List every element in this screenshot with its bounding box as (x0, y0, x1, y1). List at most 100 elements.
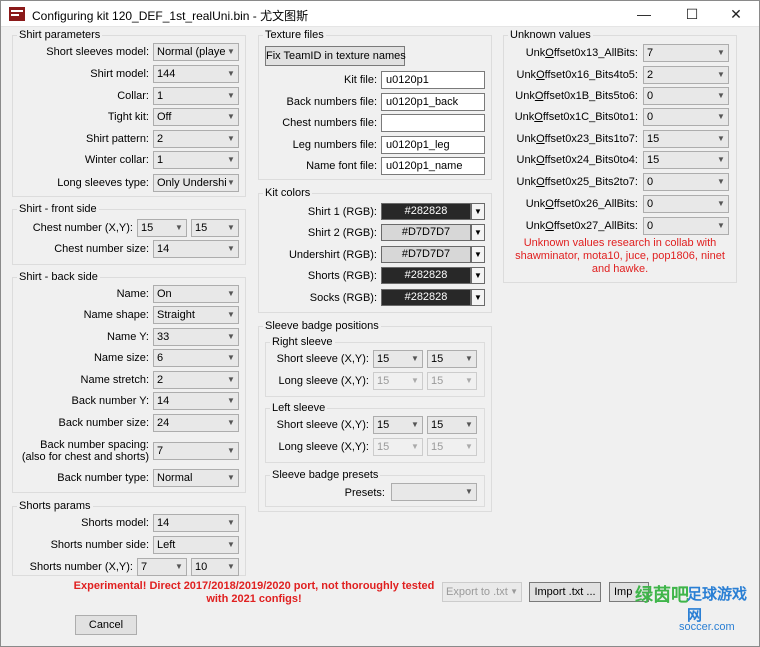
chevron-down-icon: ▼ (227, 244, 235, 253)
unk-offset-0x1b-select[interactable]: 0 ▼ (643, 87, 729, 105)
window-title: Configuring kit 120_DEF_1st_realUni.bin … (32, 9, 309, 23)
chevron-down-icon: ▼ (227, 69, 235, 78)
shorts-color-value[interactable]: #282828 (381, 267, 471, 284)
socks-color-dropdown[interactable]: ▼ (471, 289, 485, 306)
import-txt-button[interactable]: Import .txt ... (529, 582, 601, 602)
shirt1-color-value[interactable]: #282828 (381, 203, 471, 220)
name-size-select[interactable]: 6 ▼ (153, 349, 239, 367)
collar-select[interactable]: 1 ▼ (153, 87, 239, 105)
unk-offset-0x1c-label: UnkOffset0x1C_Bits0to1: (514, 111, 638, 123)
shorts-model-label: Shorts model: (81, 517, 149, 529)
winter-collar-label: Winter collar: (84, 154, 149, 166)
left-short-sleeve-y-select[interactable]: 15 ▼ (427, 416, 477, 434)
left-short-sleeve-x-select[interactable]: 15 ▼ (373, 416, 423, 434)
back-number-size-select[interactable]: 24 ▼ (153, 414, 239, 432)
maximize-button[interactable]: ☐ (669, 1, 715, 27)
name-shape-select[interactable]: Straight ▼ (153, 306, 239, 324)
shirt-pattern-select[interactable]: 2 ▼ (153, 130, 239, 148)
chevron-down-icon: ▼ (465, 420, 473, 429)
right-long-sleeve-x-select: 15 ▼ (373, 372, 423, 390)
name-label: Name: (116, 288, 149, 300)
undershirt-color-dropdown[interactable]: ▼ (471, 246, 485, 263)
chest-number-size-select[interactable]: 14 ▼ (153, 240, 239, 258)
chevron-down-icon: ▼ (411, 376, 419, 385)
shorts-model-select[interactable]: 14 ▼ (153, 514, 239, 532)
chevron-down-icon: ▼ (227, 418, 235, 427)
shorts-color-dropdown[interactable]: ▼ (471, 267, 485, 284)
shirt-parameters-title: Shirt parameters (17, 28, 103, 42)
chest-number-y-select[interactable]: 15 ▼ (191, 219, 239, 237)
chevron-down-icon: ▼ (227, 473, 235, 482)
cancel-button[interactable]: Cancel (75, 615, 137, 635)
shirt2-color-value[interactable]: #D7D7D7 (381, 224, 471, 241)
watermark-site-text: soccer.com (679, 621, 735, 633)
right-short-sleeve-x-select[interactable]: 15 ▼ (373, 350, 423, 368)
chevron-down-icon: ▼ (227, 518, 235, 527)
long-sleeves-type-label: Long sleeves type: (57, 177, 149, 189)
unk-offset-0x13-select[interactable]: 7 ▼ (643, 44, 729, 62)
unk-offset-0x26-select[interactable]: 0 ▼ (643, 195, 729, 213)
unk-offset-0x23-select[interactable]: 15 ▼ (643, 130, 729, 148)
leg-numbers-file-label: Leg numbers file: (292, 139, 377, 151)
tight-kit-label: Tight kit: (107, 111, 149, 123)
shirt-model-select[interactable]: 144 ▼ (153, 65, 239, 83)
unk-offset-0x16-select[interactable]: 2 ▼ (643, 66, 729, 84)
chest-number-label: Chest number (X,Y): (32, 222, 133, 234)
shirt2-color-dropdown[interactable]: ▼ (471, 224, 485, 241)
right-long-sleeve-y-select: 15 ▼ (427, 372, 477, 390)
chevron-down-icon: ▼ (717, 91, 725, 100)
right-sleeve-title: Right sleeve (270, 335, 335, 349)
shorts-number-x-select[interactable]: 7 ▼ (137, 558, 187, 576)
presets-select[interactable]: ▼ (391, 483, 477, 501)
back-number-type-select[interactable]: Normal ▼ (153, 469, 239, 487)
back-number-y-select[interactable]: 14 ▼ (153, 392, 239, 410)
unk-offset-0x27-select[interactable]: 0 ▼ (643, 217, 729, 235)
name-shape-label: Name shape: (83, 309, 149, 321)
name-font-file-input[interactable]: u0120p1_name (381, 157, 485, 175)
short-sleeves-model-select[interactable]: Normal (playe ▼ (153, 43, 239, 61)
chevron-down-icon: ▼ (465, 442, 473, 451)
shorts-number-label: Shorts number (X,Y): (29, 561, 133, 573)
undershirt-color-value[interactable]: #D7D7D7 (381, 246, 471, 263)
winter-collar-select[interactable]: 1 ▼ (153, 151, 239, 169)
export-txt-button: Export to .txt ▼ (442, 582, 522, 602)
unk-offset-0x24-label: UnkOffset0x24_Bits0to4: (516, 154, 639, 166)
close-button[interactable]: ✕ (713, 1, 759, 27)
shorts-number-y-select[interactable]: 10 ▼ (191, 558, 239, 576)
chevron-down-icon: ▼ (510, 587, 518, 596)
kit-config-window: Configuring kit 120_DEF_1st_realUni.bin … (0, 0, 760, 647)
minimize-button[interactable]: — (621, 1, 667, 27)
chest-number-x-select[interactable]: 15 ▼ (137, 219, 187, 237)
right-short-sleeve-y-select[interactable]: 15 ▼ (427, 350, 477, 368)
watermark-blue-text: 足球游戏网 (687, 586, 748, 624)
name-stretch-select[interactable]: 2 ▼ (153, 371, 239, 389)
socks-color-value[interactable]: #282828 (381, 289, 471, 306)
back-numbers-file-input[interactable]: u0120p1_back (381, 93, 485, 111)
right-short-sleeve-label: Short sleeve (X,Y): (276, 353, 369, 365)
long-sleeves-type-select[interactable]: Only Undershi ▼ (153, 174, 239, 192)
chevron-down-icon: ▼ (465, 354, 473, 363)
unk-offset-0x25-select[interactable]: 0 ▼ (643, 173, 729, 191)
chevron-down-icon: ▼ (717, 199, 725, 208)
fix-teamid-button[interactable]: Fix TeamID in texture names (265, 46, 406, 66)
leg-numbers-file-input[interactable]: u0120p1_leg (381, 136, 485, 154)
chevron-down-icon: ▼ (227, 562, 235, 571)
shorts-number-side-select[interactable]: Left ▼ (153, 536, 239, 554)
chevron-down-icon: ▼ (227, 310, 235, 319)
tight-kit-select[interactable]: Off ▼ (153, 108, 239, 126)
name-select[interactable]: On ▼ (153, 285, 239, 303)
shirt1-color-dropdown[interactable]: ▼ (471, 203, 485, 220)
unk-offset-0x24-select[interactable]: 15 ▼ (643, 151, 729, 169)
chevron-down-icon: ▼ (227, 332, 235, 341)
sleeve-badge-title: Sleeve badge positions (263, 319, 381, 333)
name-y-select[interactable]: 33 ▼ (153, 328, 239, 346)
left-long-sleeve-label: Long sleeve (X,Y): (278, 441, 370, 453)
chevron-down-icon: ▼ (717, 221, 725, 230)
unk-offset-0x1c-select[interactable]: 0 ▼ (643, 108, 729, 126)
chevron-down-icon: ▼ (474, 293, 482, 302)
title-bar[interactable]: Configuring kit 120_DEF_1st_realUni.bin … (1, 1, 759, 27)
back-number-spacing-select[interactable]: 7 ▼ (153, 442, 239, 460)
chest-numbers-file-input[interactable] (381, 114, 485, 132)
kit-file-input[interactable]: u0120p1 (381, 71, 485, 89)
chevron-down-icon: ▼ (227, 396, 235, 405)
